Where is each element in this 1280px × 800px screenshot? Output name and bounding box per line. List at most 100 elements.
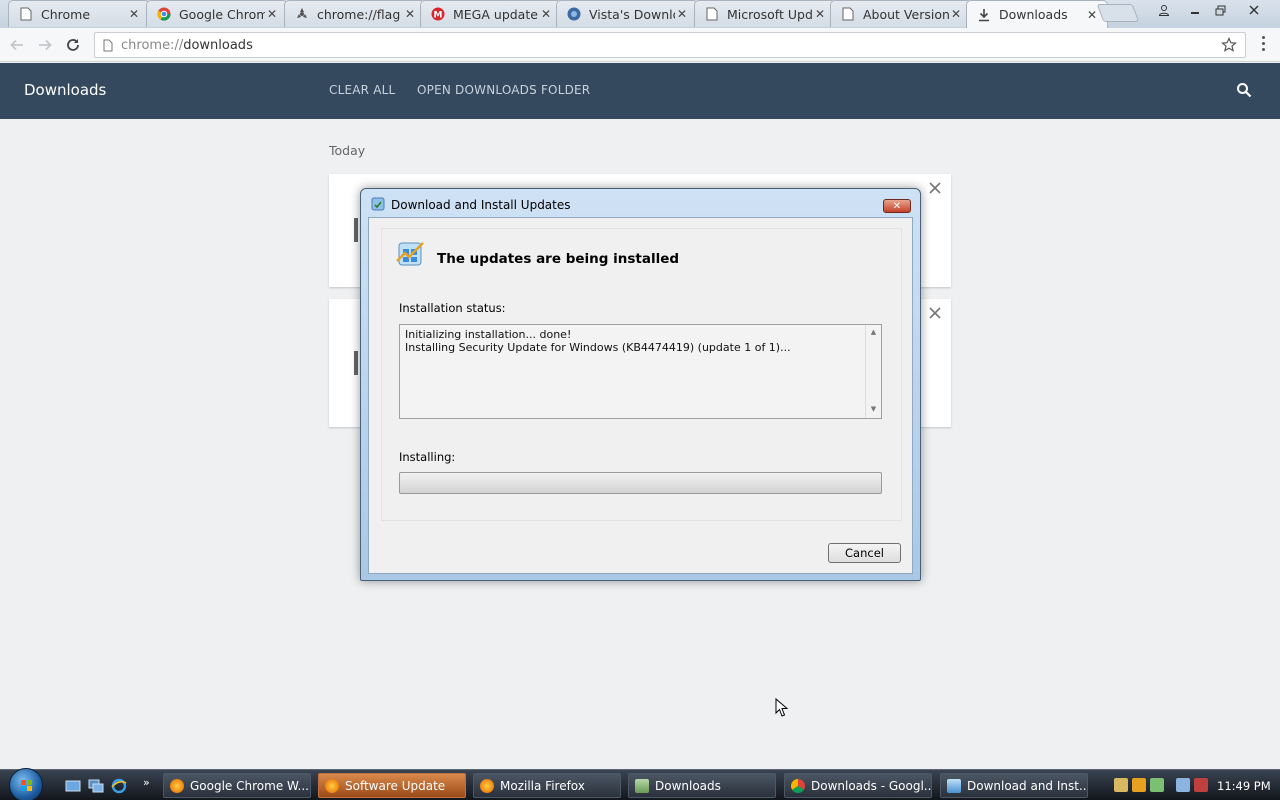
taskbar: » Google Chrome W... Software Update Moz… bbox=[0, 768, 1280, 800]
internet-explorer-icon[interactable] bbox=[111, 778, 127, 794]
close-icon[interactable]: ✕ bbox=[813, 7, 827, 21]
tray-app-icon[interactable] bbox=[1114, 778, 1128, 792]
install-updates-dialog: Download and Install Updates ✕ The updat… bbox=[360, 188, 921, 581]
taskbar-button-download-install[interactable]: Download and Inst... bbox=[940, 773, 1088, 798]
reload-icon bbox=[67, 39, 79, 51]
tab-about-version[interactable]: About Version ✕ bbox=[830, 0, 972, 27]
start-button[interactable] bbox=[9, 768, 43, 800]
taskbar-button-mozilla-firefox[interactable]: Mozilla Firefox bbox=[473, 773, 621, 798]
document-icon bbox=[705, 7, 719, 21]
tab-vistas-downloads[interactable]: Vista's Downlo ✕ bbox=[556, 0, 698, 27]
taskbar-button-label: Software Update bbox=[345, 778, 446, 793]
status-line: Installing Security Update for Windows (… bbox=[405, 341, 791, 354]
switch-windows-icon[interactable] bbox=[88, 778, 104, 794]
show-desktop-icon[interactable] bbox=[65, 778, 81, 794]
tab-label: Downloads bbox=[999, 7, 1068, 22]
tab-label: chrome://flag bbox=[317, 6, 401, 22]
tab-mega-update[interactable]: M MEGA update ✕ bbox=[420, 0, 562, 27]
back-button[interactable] bbox=[6, 34, 28, 56]
tab-strip: Chrome ✕ Google Chrom ✕ chrome://flag ✕ … bbox=[0, 0, 1280, 28]
close-window-button[interactable] bbox=[1241, 0, 1267, 20]
mouse-cursor-icon bbox=[775, 697, 789, 721]
tray-update-icon[interactable] bbox=[1150, 778, 1164, 792]
close-icon[interactable]: ✕ bbox=[127, 7, 141, 21]
scroll-up-icon[interactable]: ▲ bbox=[869, 328, 878, 337]
taskbar-button-label: Downloads - Googl... bbox=[811, 778, 932, 793]
clear-all-button[interactable]: CLEAR ALL bbox=[329, 83, 395, 97]
restore-button[interactable] bbox=[1207, 0, 1233, 20]
open-downloads-folder-button[interactable]: OPEN DOWNLOADS FOLDER bbox=[417, 83, 590, 97]
tab-microsoft-update[interactable]: Microsoft Upd ✕ bbox=[694, 0, 836, 27]
menu-icon[interactable] bbox=[1255, 36, 1271, 51]
scroll-down-icon[interactable]: ▼ bbox=[869, 405, 878, 414]
tab-chrome[interactable]: Chrome ✕ bbox=[8, 0, 150, 27]
close-icon[interactable]: ✕ bbox=[949, 7, 963, 21]
close-icon[interactable]: ✕ bbox=[403, 7, 417, 21]
minimize-button[interactable] bbox=[1182, 0, 1208, 20]
windows-update-icon bbox=[947, 778, 961, 793]
taskbar-button-downloads-chrome[interactable]: Downloads - Googl... bbox=[784, 773, 932, 798]
windows-logo-icon bbox=[21, 780, 32, 791]
taskbar-button-label: Download and Inst... bbox=[967, 778, 1088, 793]
search-icon[interactable] bbox=[1236, 82, 1252, 101]
tab-google-chrome[interactable]: Google Chrom ✕ bbox=[146, 0, 288, 27]
close-icon[interactable]: ✕ bbox=[675, 7, 689, 21]
chevron-right-icon[interactable]: » bbox=[143, 776, 159, 792]
mega-icon: M bbox=[431, 7, 445, 21]
file-icon bbox=[354, 351, 358, 375]
file-icon bbox=[354, 218, 358, 242]
dialog-close-button[interactable]: ✕ bbox=[883, 199, 911, 213]
tab-label: About Version bbox=[863, 6, 949, 22]
reload-button[interactable] bbox=[62, 34, 84, 56]
tab-downloads[interactable]: Downloads ✕ bbox=[966, 0, 1108, 28]
downloads-header: Downloads CLEAR ALL OPEN DOWNLOADS FOLDE… bbox=[0, 63, 1280, 119]
windows-update-icon bbox=[371, 197, 385, 211]
status-line: Initializing installation... done! bbox=[405, 328, 572, 341]
log-scrollbar[interactable]: ▲ ▼ bbox=[865, 325, 881, 418]
dialog-heading: The updates are being installed bbox=[437, 251, 680, 267]
chrome-icon bbox=[791, 778, 805, 793]
close-icon[interactable]: ✕ bbox=[265, 7, 279, 21]
taskbar-button-label: Downloads bbox=[655, 778, 721, 793]
taskbar-button-software-update[interactable]: Software Update bbox=[318, 773, 466, 798]
firefox-icon bbox=[325, 778, 339, 793]
bookmark-star-icon[interactable] bbox=[1221, 37, 1237, 56]
address-bar[interactable]: chrome://downloads bbox=[94, 32, 1246, 58]
volume-muted-icon[interactable] bbox=[1194, 778, 1208, 792]
tab-label: Google Chrom bbox=[179, 6, 265, 22]
url-text: chrome://downloads bbox=[121, 38, 253, 53]
browser-toolbar: chrome://downloads bbox=[0, 28, 1280, 62]
taskbar-button-label: Google Chrome W... bbox=[190, 778, 309, 793]
page-title: Downloads bbox=[24, 81, 107, 99]
back-arrow-icon bbox=[10, 39, 23, 51]
forward-arrow-icon bbox=[39, 39, 52, 51]
tab-label: Microsoft Upd bbox=[727, 6, 813, 22]
shield-icon[interactable] bbox=[1132, 778, 1146, 792]
dialog-content: The updates are being installed Installa… bbox=[381, 228, 902, 521]
taskbar-button-google-chrome[interactable]: Google Chrome W... bbox=[163, 773, 311, 798]
network-icon[interactable] bbox=[1176, 778, 1190, 792]
close-icon[interactable]: ✕ bbox=[1085, 8, 1099, 22]
installation-status-label: Installation status: bbox=[399, 301, 506, 315]
forward-button[interactable] bbox=[34, 34, 56, 56]
close-icon[interactable] bbox=[927, 180, 943, 196]
taskbar-button-downloads-folder[interactable]: Downloads bbox=[628, 773, 776, 798]
section-today: Today bbox=[329, 143, 366, 158]
windows-update-large-icon bbox=[395, 239, 427, 274]
installation-status-log[interactable]: Initializing installation... done! Insta… bbox=[399, 324, 882, 419]
site-icon bbox=[567, 7, 581, 21]
firefox-icon bbox=[480, 778, 494, 793]
tab-label: Vista's Downlo bbox=[589, 6, 675, 22]
install-progress-bar bbox=[399, 472, 882, 494]
url-scheme: chrome:// bbox=[121, 38, 184, 53]
close-icon[interactable] bbox=[927, 305, 943, 321]
clock[interactable]: 11:49 PM bbox=[1217, 779, 1271, 793]
profile-icon[interactable] bbox=[1151, 0, 1177, 20]
close-icon[interactable]: ✕ bbox=[539, 7, 553, 21]
dialog-titlebar[interactable]: Download and Install Updates ✕ bbox=[361, 189, 920, 217]
cancel-button[interactable]: Cancel bbox=[828, 543, 901, 563]
folder-icon bbox=[635, 778, 649, 793]
new-tab-button[interactable] bbox=[1096, 4, 1140, 22]
tab-chrome-flags[interactable]: chrome://flag ✕ bbox=[284, 0, 426, 27]
tab-label: Chrome bbox=[41, 6, 91, 22]
